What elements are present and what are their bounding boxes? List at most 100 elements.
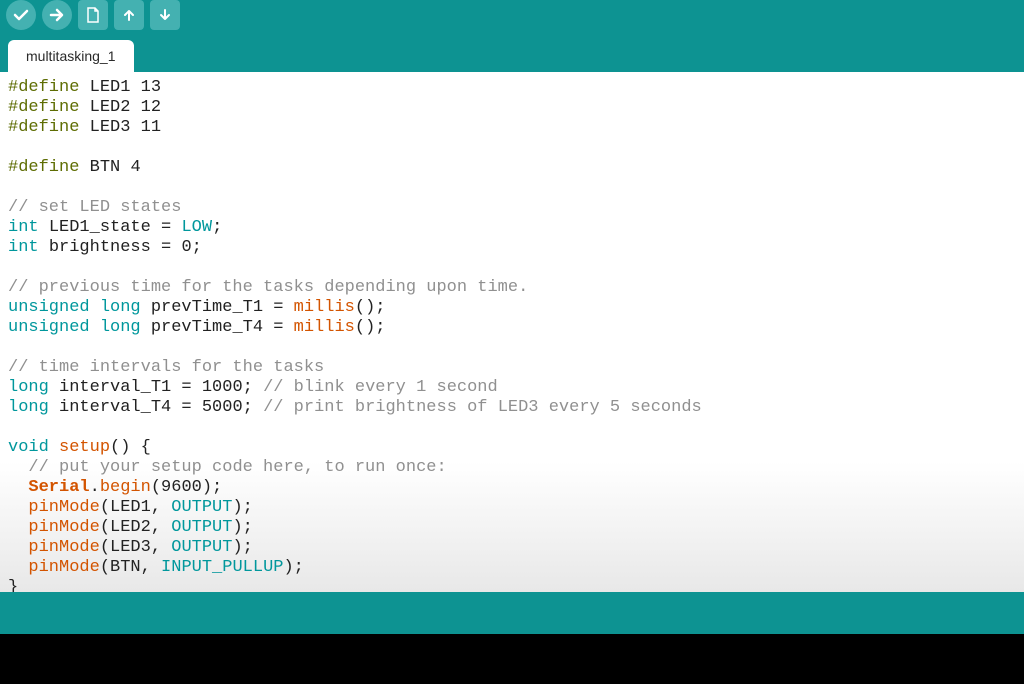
code-token: (LED2, [100,518,171,537]
code-line: #define LED3 11 [8,118,1016,138]
code-line: unsigned long prevTime_T1 = millis(); [8,298,1016,318]
tab-active[interactable]: multitasking_1 [8,40,134,72]
code-token: long [8,398,49,417]
code-token [130,98,140,117]
status-bar [0,592,1024,634]
code-editor[interactable]: #define LED1 13#define LED2 12#define LE… [0,72,1024,592]
code-token [79,158,89,177]
code-token [8,538,28,557]
code-token: 12 [141,98,161,117]
code-token: (LED1, [100,498,171,517]
code-token: LED1 [90,78,131,97]
code-token [130,78,140,97]
tab-bar: multitasking_1 [0,32,1024,72]
code-line: pinMode(LED1, OUTPUT); [8,498,1016,518]
code-line: // time intervals for the tasks [8,358,1016,378]
upload-button[interactable] [42,0,72,30]
code-token [79,78,89,97]
code-token: (9600); [151,478,222,497]
code-token: 0; [181,238,201,257]
code-token [141,298,151,317]
new-button[interactable] [78,0,108,30]
code-token: 1000; [202,378,263,397]
code-token [120,158,130,177]
code-token: // time intervals for the tasks [8,358,324,377]
code-token: pinMode [28,538,99,557]
code-token: interval_T4 [59,398,171,417]
code-token: #define [8,78,79,97]
code-line: // set LED states [8,198,1016,218]
code-token: LED1_state [49,218,151,237]
code-token: 13 [141,78,161,97]
code-token [141,318,151,337]
code-line: int LED1_state = LOW; [8,218,1016,238]
code-token [8,518,28,537]
code-token: ; [212,218,222,237]
code-token: unsigned long [8,298,141,317]
code-token [39,238,49,257]
code-line [8,258,1016,278]
open-button[interactable] [114,0,144,30]
code-token: = [151,238,182,257]
code-line: } [8,578,1016,592]
code-token: int [8,218,39,237]
code-line: long interval_T1 = 1000; // blink every … [8,378,1016,398]
code-token: (); [355,318,386,337]
code-token: = [263,318,294,337]
code-token: pinMode [28,498,99,517]
code-token: // previous time for the tasks depending… [8,278,528,297]
save-button[interactable] [150,0,180,30]
code-token: millis [294,298,355,317]
code-line: pinMode(BTN, INPUT_PULLUP); [8,558,1016,578]
code-token [130,118,140,137]
console-panel [0,634,1024,684]
code-token: brightness [49,238,151,257]
code-line: pinMode(LED3, OUTPUT); [8,538,1016,558]
code-token: Serial [28,478,89,497]
code-line: void setup() { [8,438,1016,458]
code-token: LED2 [90,98,131,117]
code-line [8,138,1016,158]
code-token: } [8,578,18,592]
arrow-right-icon [49,7,65,23]
arrow-down-icon [158,8,172,22]
code-token: // set LED states [8,198,181,217]
code-token: 11 [141,118,161,137]
code-token: 5000; [202,398,263,417]
code-token: ); [283,558,303,577]
code-token: prevTime_T1 [151,298,263,317]
code-line [8,418,1016,438]
code-token: BTN [90,158,121,177]
code-line: #define BTN 4 [8,158,1016,178]
code-line: unsigned long prevTime_T4 = millis(); [8,318,1016,338]
code-token: = [171,398,202,417]
code-token [8,478,28,497]
code-token [79,98,89,117]
code-token: LED3 [90,118,131,137]
code-line: #define LED1 13 [8,78,1016,98]
check-icon [13,7,29,23]
code-token [49,398,59,417]
code-token: #define [8,158,79,177]
verify-button[interactable] [6,0,36,30]
code-token: LOW [181,218,212,237]
code-token: () { [110,438,151,457]
code-token: setup [59,438,110,457]
code-token: // blink every 1 second [263,378,498,397]
code-line: Serial.begin(9600); [8,478,1016,498]
code-token [8,498,28,517]
code-token: OUTPUT [171,498,232,517]
code-token: #define [8,98,79,117]
code-token [49,378,59,397]
code-line: long interval_T4 = 5000; // print bright… [8,398,1016,418]
toolbar [0,0,1024,32]
code-token: . [90,478,100,497]
code-line: // previous time for the tasks depending… [8,278,1016,298]
code-line: // put your setup code here, to run once… [8,458,1016,478]
code-token: OUTPUT [171,518,232,537]
arrow-up-icon [122,8,136,22]
code-token: long [8,378,49,397]
file-icon [86,7,100,23]
code-token: = [171,378,202,397]
code-token: OUTPUT [171,538,232,557]
